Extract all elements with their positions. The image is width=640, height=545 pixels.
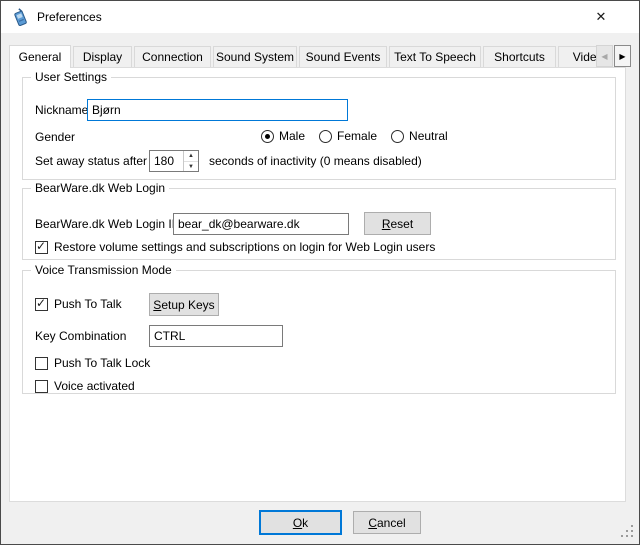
tab-sound-system[interactable]: Sound System [213, 46, 297, 68]
push-to-talk-checkbox[interactable]: ✓ Push To Talk [35, 297, 122, 311]
group-user-settings: User Settings Nickname Gender Male Femal… [22, 77, 616, 180]
tab-general[interactable]: General [9, 45, 71, 68]
checkbox-label: Voice activated [54, 379, 135, 393]
checkbox-checked-icon: ✓ [35, 298, 48, 311]
tab-panel-general: User Settings Nickname Gender Male Femal… [9, 67, 626, 502]
tab-video[interactable]: Video [558, 46, 598, 68]
checkbox-checked-icon: ✓ [35, 241, 48, 254]
key-combination-input[interactable] [149, 325, 283, 347]
checkbox-label: Push To Talk [54, 297, 122, 311]
gender-radio-group: Male Female Neutral [261, 129, 462, 143]
web-login-id-label: BearWare.dk Web Login ID [35, 213, 180, 235]
checkbox-label: Restore volume settings and subscription… [54, 240, 435, 254]
tab-scroll-right-icon[interactable]: ▶ [614, 45, 631, 67]
window-title: Preferences [37, 1, 102, 33]
checkbox-unchecked-icon [35, 380, 48, 393]
restore-volume-checkbox[interactable]: ✓ Restore volume settings and subscripti… [35, 240, 435, 254]
tab-display[interactable]: Display [73, 46, 132, 68]
ok-button[interactable]: Ok [259, 510, 342, 535]
web-login-id-input[interactable] [173, 213, 349, 235]
radio-label: Neutral [409, 129, 448, 143]
title-bar: Preferences ✕ [1, 1, 639, 33]
radio-icon [391, 130, 404, 143]
key-combination-label: Key Combination [35, 325, 126, 347]
group-title: Voice Transmission Mode [31, 263, 176, 277]
spinner-arrows: ▲ ▼ [183, 151, 198, 171]
away-seconds-spinner[interactable]: 180 ▲ ▼ [149, 150, 199, 172]
tab-scroll-left-icon[interactable]: ◀ [596, 45, 613, 67]
checkbox-unchecked-icon [35, 357, 48, 370]
group-voice-transmission: Voice Transmission Mode ✓ Push To Talk S… [22, 270, 616, 394]
close-icon[interactable]: ✕ [581, 1, 621, 32]
reset-button[interactable]: Reset [364, 212, 431, 235]
radio-icon [319, 130, 332, 143]
checkbox-label: Push To Talk Lock [54, 356, 150, 370]
app-icon [11, 8, 29, 26]
cancel-button[interactable]: Cancel [353, 511, 421, 534]
voice-activated-checkbox[interactable]: Voice activated [35, 379, 135, 393]
away-status-label: Set away status after [35, 150, 147, 172]
group-title: BearWare.dk Web Login [31, 181, 169, 195]
radio-label: Male [279, 129, 305, 143]
group-web-login: BearWare.dk Web Login BearWare.dk Web Lo… [22, 188, 616, 260]
group-title: User Settings [31, 70, 111, 84]
tab-scroll-buttons: ◀ ▶ [595, 45, 631, 67]
tab-strip: General Display Connection Sound System … [9, 45, 598, 68]
resize-grip-icon[interactable] [620, 525, 633, 538]
setup-keys-button[interactable]: Setup Keys [149, 293, 219, 316]
away-status-suffix: seconds of inactivity (0 means disabled) [209, 150, 422, 172]
preferences-dialog: Preferences ✕ General Display Connection… [0, 0, 640, 545]
radio-female[interactable]: Female [319, 129, 377, 143]
radio-male[interactable]: Male [261, 129, 305, 143]
radio-neutral[interactable]: Neutral [391, 129, 448, 143]
spinner-up-icon[interactable]: ▲ [184, 151, 198, 161]
radio-label: Female [337, 129, 377, 143]
spinner-down-icon[interactable]: ▼ [184, 161, 198, 171]
tab-text-to-speech[interactable]: Text To Speech [389, 46, 481, 68]
tab-sound-events[interactable]: Sound Events [299, 46, 387, 68]
nickname-label: Nickname [35, 99, 88, 121]
tab-connection[interactable]: Connection [134, 46, 211, 68]
tab-shortcuts[interactable]: Shortcuts [483, 46, 556, 68]
radio-selected-icon [261, 130, 274, 143]
spinner-value: 180 [154, 151, 174, 171]
nickname-input[interactable] [87, 99, 348, 121]
gender-label: Gender [35, 126, 75, 148]
push-to-talk-lock-checkbox[interactable]: Push To Talk Lock [35, 356, 150, 370]
